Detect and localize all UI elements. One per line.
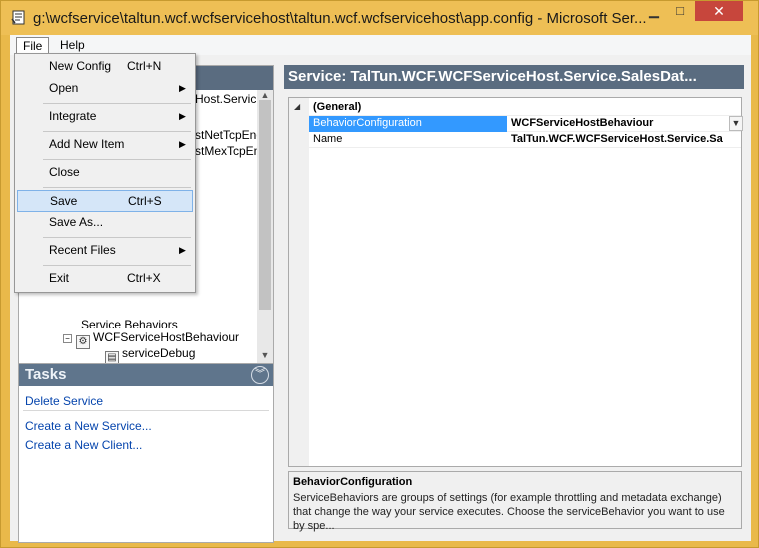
property-value[interactable]: WCFServiceHostBehaviour	[509, 116, 741, 132]
menu-item-exit[interactable]: Exit Ctrl+X	[17, 268, 193, 290]
scroll-up-icon[interactable]: ▲	[257, 90, 273, 102]
minimize-button[interactable]: ▁	[641, 1, 667, 21]
tasks-title: Tasks	[25, 366, 67, 383]
minimize-icon: ▁	[649, 3, 659, 18]
property-name: Name	[313, 133, 343, 145]
file-menu-dropdown: New Config Ctrl+N Open ▶ Integrate ▶ Add…	[14, 53, 196, 293]
tree-node-endpoint-nettcp[interactable]: stNetTcpEnd	[195, 128, 263, 142]
app-window: g:\wcfservice\taltun.wcf.wcfservicehost\…	[0, 0, 759, 548]
description-title: BehaviorConfiguration	[293, 476, 413, 488]
description-text: ServiceBehaviors are groups of settings …	[293, 492, 725, 532]
menu-item-label: Add New Item	[49, 137, 125, 151]
delete-service-link[interactable]: Delete Service	[25, 394, 103, 408]
tree-scroll-thumb[interactable]	[259, 100, 271, 310]
client-area: File Help Host.Servic stNetTcpEnd stMexT…	[10, 35, 751, 543]
menu-separator	[43, 237, 191, 238]
property-grid-gutter	[289, 98, 309, 466]
service-header: Service: TalTun.WCF.WCFServiceHost.Servi…	[284, 65, 744, 89]
menu-item-label: Recent Files	[49, 243, 116, 257]
menu-item-label: Open	[49, 81, 79, 95]
submenu-arrow-icon: ▶	[179, 111, 186, 121]
menu-item-label: New Config	[49, 59, 112, 73]
menu-item-add-new-item[interactable]: Add New Item ▶	[17, 134, 193, 156]
menu-item-recent-files[interactable]: Recent Files ▶	[17, 240, 193, 262]
tasks-divider	[23, 410, 269, 411]
menu-separator	[43, 131, 191, 132]
tree-node-service-behaviors[interactable]: Service Behaviors	[81, 318, 178, 328]
collapse-category-icon[interactable]: ◢	[294, 102, 300, 111]
close-icon: ✕	[713, 3, 725, 19]
menu-item-label: Save	[50, 194, 78, 208]
property-row-name[interactable]: Name TalTun.WCF.WCFServiceHost.Service.S…	[309, 132, 741, 148]
create-service-link[interactable]: Create a New Service...	[25, 419, 152, 433]
menu-item-close[interactable]: Close	[17, 162, 193, 184]
submenu-arrow-icon: ▶	[179, 83, 186, 93]
menu-separator	[43, 159, 191, 160]
tasks-panel: Tasks ︾ Delete Service Create a New Serv…	[18, 363, 274, 543]
menu-item-save[interactable]: Save Ctrl+S	[17, 190, 193, 212]
menu-item-label: Exit	[49, 271, 70, 285]
behavior-icon: ⚙	[76, 335, 90, 349]
menu-item-label: Save As...	[49, 215, 104, 229]
menu-item-label: Close	[49, 165, 80, 179]
maximize-button[interactable]: □	[667, 1, 693, 21]
menu-item-shortcut: Ctrl+X	[127, 271, 161, 285]
title-bar[interactable]: g:\wcfservice\taltun.wcf.wcfservicehost\…	[1, 1, 758, 35]
category-general[interactable]: (General)	[309, 100, 741, 116]
property-row-behavior-configuration[interactable]: BehaviorConfiguration WCFServiceHostBeha…	[309, 116, 741, 132]
property-description: BehaviorConfiguration ServiceBehaviors a…	[288, 471, 742, 532]
tree-node-service-debug-label: serviceDebug	[122, 346, 196, 360]
maximize-icon: □	[676, 3, 684, 18]
menu-item-new-config[interactable]: New Config Ctrl+N	[17, 56, 193, 78]
menu-item-label: Integrate	[49, 109, 97, 123]
submenu-arrow-icon: ▶	[179, 139, 186, 149]
collapse-icon[interactable]: −	[63, 334, 72, 343]
config-file-icon	[11, 10, 25, 25]
property-value[interactable]: TalTun.WCF.WCFServiceHost.Service.Sa	[509, 132, 741, 148]
service-title: Service: TalTun.WCF.WCFServiceHost.Servi…	[288, 68, 697, 85]
menu-item-integrate[interactable]: Integrate ▶	[17, 106, 193, 128]
property-name: BehaviorConfiguration	[309, 116, 507, 132]
menu-item-save-as[interactable]: Save As...	[17, 212, 193, 234]
window-title: g:\wcfservice\taltun.wcf.wcfservicehost\…	[33, 10, 647, 27]
tasks-header: Tasks ︾	[19, 364, 273, 386]
menu-item-shortcut: Ctrl+N	[127, 59, 162, 73]
tree-node-service[interactable]: Host.Servic	[195, 92, 256, 106]
menu-separator	[43, 265, 191, 266]
close-button[interactable]: ✕	[695, 1, 743, 21]
scroll-down-icon[interactable]: ▼	[257, 350, 273, 364]
create-client-link[interactable]: Create a New Client...	[25, 438, 142, 452]
menu-item-shortcut: Ctrl+S	[128, 194, 162, 208]
category-label: (General)	[313, 101, 362, 113]
menu-separator	[43, 103, 191, 104]
menu-item-open[interactable]: Open ▶	[17, 78, 193, 100]
tree-node-behaviour-label: WCFServiceHostBehaviour	[93, 330, 240, 344]
menu-bar: File Help	[10, 35, 751, 55]
chevron-down-icon[interactable]: ▼	[729, 116, 743, 131]
property-grid: ◢ (General) BehaviorConfiguration WCFSer…	[288, 97, 743, 467]
menu-separator	[43, 187, 191, 188]
submenu-arrow-icon: ▶	[179, 245, 186, 255]
collapse-chevron-icon[interactable]: ︾	[251, 366, 269, 384]
